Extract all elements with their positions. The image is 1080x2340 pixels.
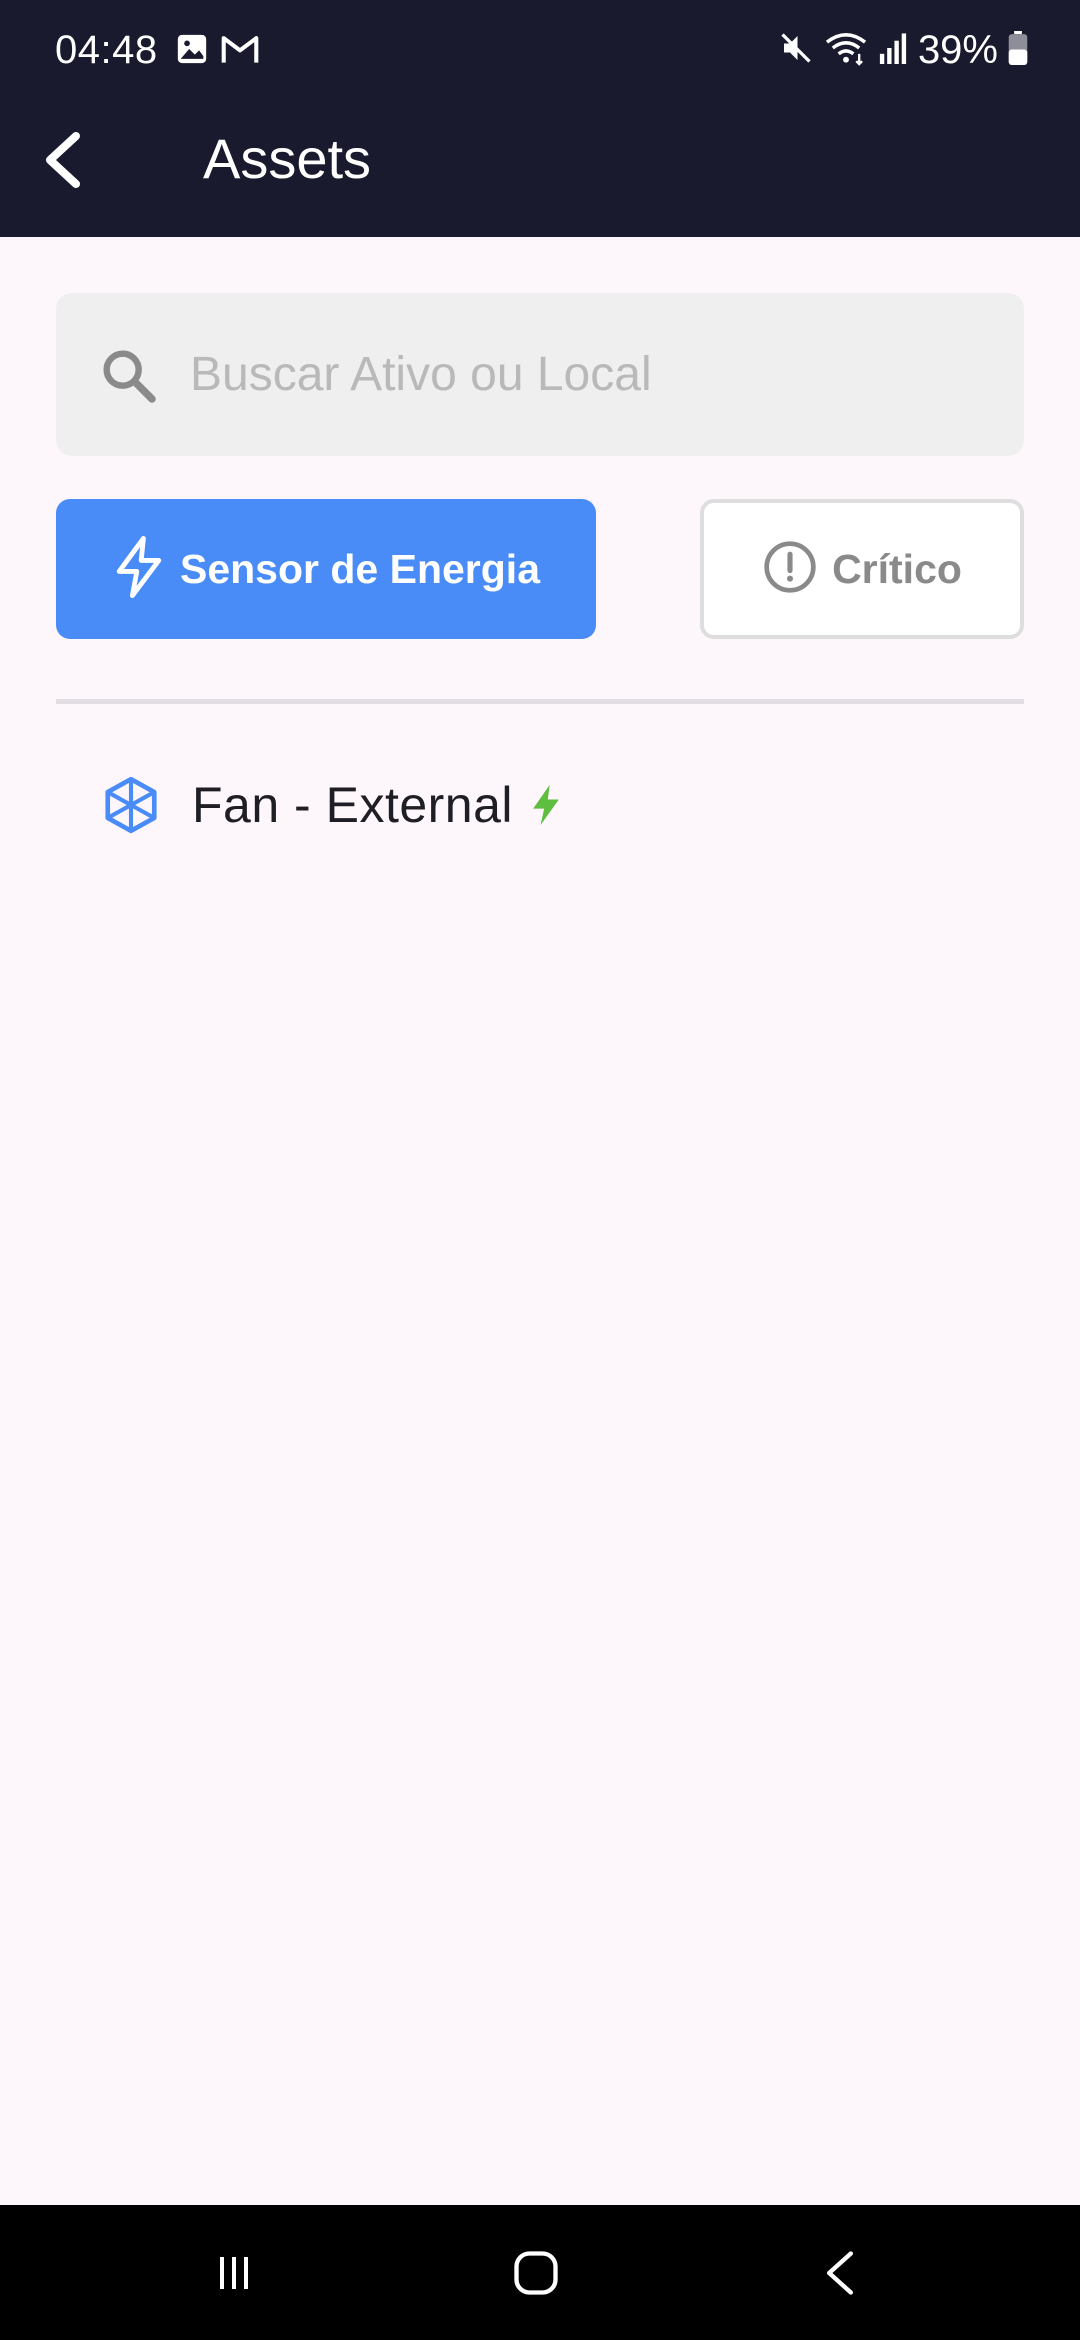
system-nav-bar (0, 2205, 1080, 2340)
energy-sensor-filter-label: Sensor de Energia (179, 545, 540, 592)
status-right-icons: 39% (778, 26, 1028, 74)
status-bar: 04:48 39% (0, 0, 1080, 100)
battery-icon (1008, 30, 1028, 70)
energy-sensor-filter-button[interactable]: Sensor de Energia (56, 499, 596, 639)
nav-back-button[interactable] (780, 2205, 900, 2340)
asset-list-item[interactable]: Fan - External (56, 750, 1024, 860)
lightning-icon (112, 534, 166, 605)
divider (56, 699, 1024, 704)
notification-icons (175, 32, 259, 71)
gmail-icon (221, 34, 259, 69)
recent-apps-button[interactable] (174, 2205, 294, 2340)
nav-back-icon (827, 2250, 853, 2295)
page-title: Assets (203, 127, 372, 190)
asset-label: Fan - External (192, 777, 514, 833)
back-arrow-icon (46, 132, 80, 188)
home-button[interactable] (476, 2205, 596, 2340)
recent-apps-icon (220, 2256, 248, 2289)
critical-filter-button[interactable]: Crítico (700, 499, 1024, 639)
app-bar: Assets (0, 100, 1080, 237)
component-cube-icon (100, 774, 162, 836)
battery-percent: 39% (917, 28, 998, 72)
wifi-icon (824, 30, 868, 71)
search-icon (96, 343, 160, 407)
home-icon (514, 2250, 558, 2295)
signal-icon (878, 32, 908, 69)
back-button[interactable] (30, 122, 94, 198)
search-box[interactable] (56, 293, 1024, 456)
mute-icon (778, 30, 814, 71)
status-time: 04:48 (55, 28, 158, 72)
energy-bolt-icon (527, 783, 565, 827)
image-icon (175, 32, 209, 71)
critical-filter-label: Crítico (832, 545, 962, 592)
search-input[interactable] (190, 293, 990, 456)
alert-circle-icon (762, 539, 818, 600)
